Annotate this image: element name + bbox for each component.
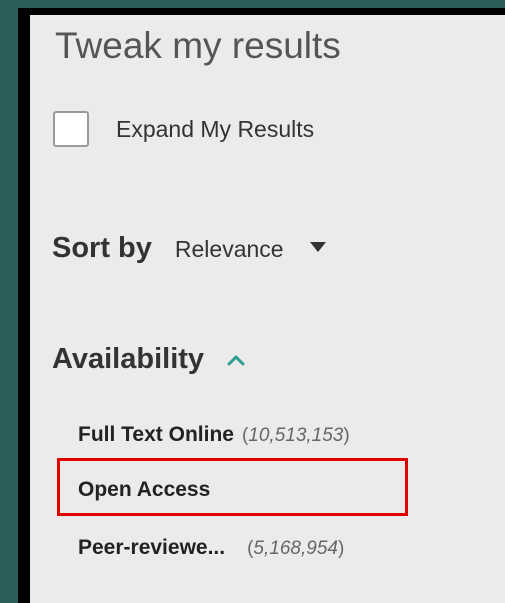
sort-select[interactable]: Relevance [175, 236, 284, 263]
facet-full-text-online[interactable]: Full Text Online (10,513,153) [78, 423, 350, 447]
availability-header[interactable]: Availability [52, 343, 246, 376]
facet-label[interactable]: Peer-reviewe... [78, 536, 225, 560]
facet-count: (10,513,153) [241, 425, 350, 446]
caret-down-icon[interactable] [309, 242, 326, 252]
facet-count: (5,168,954) [247, 538, 345, 559]
facet-label[interactable]: Full Text Online [78, 423, 234, 447]
panel-title: Tweak my results [55, 25, 341, 66]
availability-label[interactable]: Availability [52, 343, 204, 376]
sort-by-label: Sort by [52, 232, 152, 264]
expand-results-option[interactable]: Expand My Results [53, 111, 314, 147]
sort-by-row: Sort by Relevance [52, 232, 326, 265]
chevron-up-icon[interactable] [226, 353, 246, 367]
expand-results-label[interactable]: Expand My Results [116, 116, 314, 143]
facet-peer-reviewed[interactable]: Peer-reviewe... (5,168,954) [78, 536, 344, 560]
highlight-box [57, 458, 408, 516]
expand-results-checkbox[interactable] [53, 111, 89, 147]
